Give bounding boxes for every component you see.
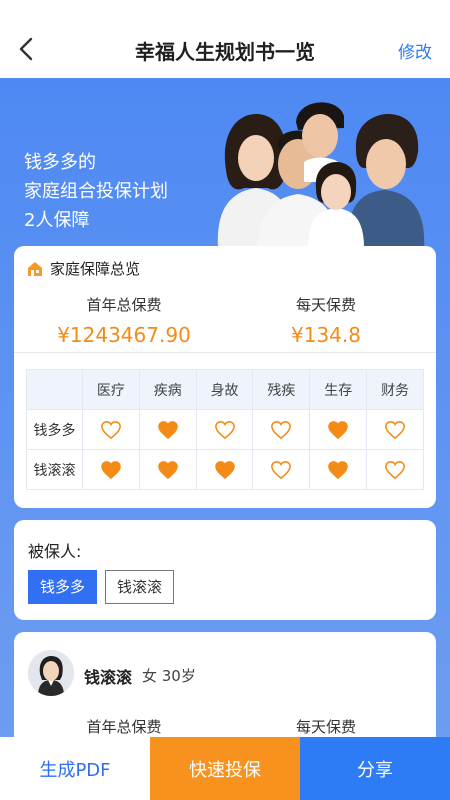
first-year-premium-value: ¥1243467.90: [57, 323, 191, 347]
coverage-table: 医疗 疾病 身故 残疾 生存 财务 钱多多 钱滚滚: [26, 369, 424, 490]
top-nav-bar: 幸福人生规划书一览 修改: [0, 0, 450, 78]
coverage-cell: [138, 449, 197, 490]
insured-chip[interactable]: 钱多多: [28, 570, 98, 604]
hero-line-3: 2人保障: [24, 210, 90, 231]
heart-icon: [157, 460, 178, 479]
page-title: 幸福人生规划书一览: [135, 40, 315, 64]
heart-icon: [214, 460, 235, 479]
person-gender-age: 女 30岁: [142, 667, 196, 685]
heart-icon: [157, 420, 178, 439]
first-year-premium: 首年总保费 ¥1243467.90: [34, 294, 214, 347]
coverage-column: 疾病: [138, 369, 197, 410]
coverage-column: 财务: [366, 369, 424, 410]
hero-line-2: 家庭组合投保计划: [24, 181, 168, 202]
person-name: 钱滚滚: [84, 668, 133, 687]
heart-icon: [328, 420, 348, 439]
heart-icon: [385, 420, 405, 439]
divider: [14, 352, 436, 353]
person-first-year-premium-label: 首年总保费: [86, 718, 162, 736]
overview-title: 家庭保障总览: [50, 260, 141, 278]
overview-header: 家庭保障总览: [26, 258, 140, 279]
coverage-row-name: 钱滚滚: [26, 449, 83, 490]
hero-line-1: 钱多多的: [24, 152, 96, 173]
heart-icon: [328, 460, 348, 479]
coverage-cell: [309, 449, 368, 490]
heart-icon: [214, 420, 235, 439]
coverage-cell: [366, 449, 424, 490]
coverage-cell: [138, 409, 197, 450]
heart-icon: [101, 460, 121, 479]
coverage-cell: [82, 409, 140, 450]
coverage-column: 医疗: [82, 369, 140, 410]
insured-chip[interactable]: 钱滚滚: [105, 570, 175, 604]
person-daily-premium-label: 每天保费: [295, 718, 356, 736]
coverage-cell: [366, 409, 424, 450]
family-photo: [217, 102, 425, 248]
daily-premium: 每天保费 ¥134.8: [236, 294, 416, 347]
first-year-premium-label: 首年总保费: [86, 296, 162, 314]
quick-insure-button[interactable]: 快速投保: [150, 737, 300, 800]
coverage-cell: [195, 449, 254, 490]
heart-icon: [271, 460, 292, 479]
coverage-cell: [252, 409, 311, 450]
coverage-row-name: 钱多多: [26, 409, 83, 450]
coverage-cell: [252, 449, 311, 490]
coverage-column: 生存: [309, 369, 368, 410]
coverage-corner-cell: [26, 369, 83, 410]
coverage-row: 钱多多: [26, 409, 424, 450]
insured-selector-card: 被保人: 钱多多 钱滚滚: [14, 520, 436, 620]
person-daily-premium: 每天保费: [236, 716, 416, 737]
family-overview-card: 家庭保障总览 首年总保费 ¥1243467.90 每天保费 ¥134.8 医疗 …: [14, 246, 436, 508]
heart-icon: [101, 420, 121, 439]
coverage-row: 钱滚滚: [26, 449, 424, 490]
share-button[interactable]: 分享: [300, 737, 450, 800]
coverage-column: 身故: [195, 369, 254, 410]
coverage-cell: [309, 409, 368, 450]
daily-premium-label: 每天保费: [295, 296, 356, 314]
coverage-cell: [82, 449, 140, 490]
coverage-cell: [195, 409, 254, 450]
bottom-action-bar: 生成PDF 快速投保 分享: [0, 737, 450, 800]
coverage-header-row: 医疗 疾病 身故 残疾 生存 财务: [26, 369, 424, 410]
avatar: [28, 650, 74, 696]
edit-button[interactable]: 修改: [398, 38, 432, 63]
hero-text: 钱多多的 家庭组合投保计划 2人保障: [24, 148, 168, 235]
generate-pdf-button[interactable]: 生成PDF: [0, 737, 150, 800]
heart-icon: [385, 460, 405, 479]
insured-label: 被保人:: [28, 542, 82, 561]
person-first-year-premium: 首年总保费: [34, 716, 214, 737]
daily-premium-value: ¥134.8: [291, 323, 361, 347]
heart-icon: [271, 420, 292, 439]
home-icon: [28, 261, 42, 276]
coverage-column: 残疾: [252, 369, 311, 410]
insured-chips: 钱多多 钱滚滚: [28, 570, 175, 604]
